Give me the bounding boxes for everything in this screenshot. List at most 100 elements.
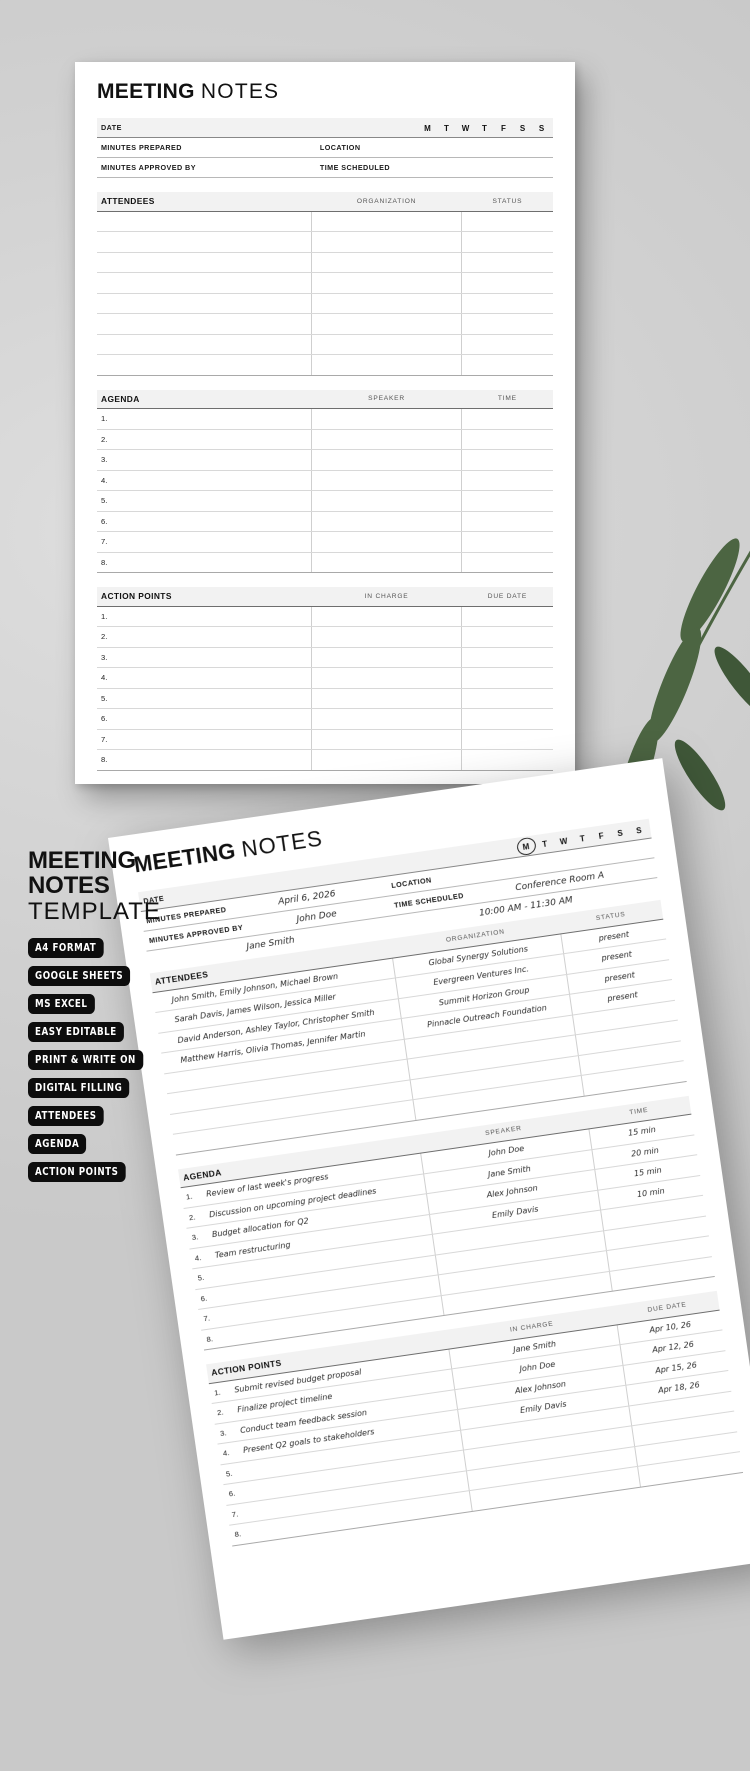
feature-badge-list: A4 FORMAT GOOGLE SHEETS MS EXCEL EASY EDITA… <box>28 938 198 1183</box>
row-third-cell[interactable] <box>461 408 553 430</box>
row-second-cell[interactable] <box>310 552 462 573</box>
row-item-cell[interactable]: 2. <box>97 626 312 648</box>
row-second-cell[interactable] <box>310 252 462 273</box>
row-item-cell[interactable]: 8. <box>97 552 312 573</box>
row-third-cell[interactable] <box>461 490 553 512</box>
row-item-cell[interactable]: 3. <box>97 449 312 471</box>
row-second-cell[interactable] <box>310 429 462 450</box>
row-third-cell[interactable] <box>461 449 553 471</box>
row-number: 3. <box>101 652 108 662</box>
row-third-cell[interactable] <box>461 511 553 532</box>
row-second-cell[interactable] <box>310 626 462 648</box>
row-second-cell[interactable] <box>310 729 462 750</box>
row-item-cell[interactable]: 8. <box>97 749 312 771</box>
row-second-cell[interactable] <box>310 749 462 771</box>
row-number: 5. <box>225 1468 233 1479</box>
row-third-cell[interactable] <box>461 334 553 355</box>
day-thu[interactable]: T <box>475 124 494 133</box>
row-item-cell[interactable] <box>97 293 312 314</box>
table-row: 6. <box>97 708 553 730</box>
action-points-col-in-charge: IN CHARGE <box>311 587 462 607</box>
row-second-cell[interactable] <box>310 531 462 553</box>
day-sun[interactable]: S <box>532 124 551 133</box>
row-third-cell[interactable] <box>461 313 553 335</box>
day-sat[interactable]: S <box>610 827 630 839</box>
row-third-cell[interactable] <box>461 606 553 627</box>
row-item-cell[interactable]: 1. <box>97 606 312 627</box>
row-third-cell[interactable] <box>461 647 553 668</box>
row-second-cell[interactable] <box>310 688 462 709</box>
row-second-cell[interactable] <box>310 211 462 232</box>
day-wed[interactable]: W <box>456 124 475 133</box>
row-second-cell[interactable] <box>310 667 462 689</box>
day-tue[interactable]: T <box>437 124 456 133</box>
row-second-cell[interactable] <box>310 231 462 253</box>
row-item-cell[interactable] <box>97 354 312 376</box>
date-label: DATE <box>101 123 122 132</box>
row-item-cell[interactable]: 4. <box>97 470 312 491</box>
day-thu[interactable]: T <box>572 833 592 845</box>
row-second-cell[interactable] <box>310 490 462 512</box>
row-item-cell[interactable]: 5. <box>97 688 312 709</box>
row-second-cell[interactable] <box>310 449 462 471</box>
row-second-cell[interactable] <box>310 334 462 355</box>
row-item-cell[interactable]: 2. <box>97 429 312 450</box>
row-item-cell[interactable]: 4. <box>97 667 312 689</box>
row-second-cell[interactable] <box>310 272 462 294</box>
day-sat[interactable]: S <box>513 124 532 133</box>
row-third-text: present <box>606 990 639 1004</box>
row-third-cell[interactable] <box>461 667 553 689</box>
row-third-cell[interactable] <box>461 552 553 573</box>
day-mon[interactable]: M <box>516 841 536 853</box>
row-item-cell[interactable] <box>97 334 312 355</box>
action-points-table: ACTION POINTS IN CHARGE DUE DATE 1. 2. 3. 4… <box>97 587 553 771</box>
row-third-cell[interactable] <box>461 708 553 730</box>
row-second-cell[interactable] <box>310 606 462 627</box>
row-item-cell[interactable]: 5. <box>97 490 312 512</box>
agenda-col-time: TIME <box>461 389 553 409</box>
row-third-cell[interactable] <box>461 729 553 750</box>
row-item-cell[interactable] <box>97 231 312 253</box>
row-second-cell[interactable] <box>310 708 462 730</box>
row-second-cell[interactable] <box>310 354 462 376</box>
filled-action-points-body: 1. Submit revised budget proposal Jane Smi… <box>208 1309 743 1546</box>
row-third-cell[interactable] <box>461 749 553 771</box>
row-second-cell[interactable] <box>310 408 462 430</box>
row-third-cell[interactable] <box>461 231 553 253</box>
row-second-cell[interactable] <box>310 313 462 335</box>
row-item-cell[interactable] <box>97 313 312 335</box>
row-third-cell[interactable] <box>461 429 553 450</box>
day-fri[interactable]: F <box>494 124 513 133</box>
row-third-cell[interactable] <box>461 354 553 376</box>
row-second-cell[interactable] <box>310 470 462 491</box>
row-third-cell[interactable] <box>461 293 553 314</box>
row-item-cell[interactable]: 6. <box>97 511 312 532</box>
attendees-body <box>97 211 553 376</box>
row-item-cell[interactable]: 7. <box>97 729 312 750</box>
row-second-cell[interactable] <box>310 511 462 532</box>
row-item-cell[interactable]: 1. <box>97 408 312 430</box>
row-second-cell[interactable] <box>310 293 462 314</box>
day-tue[interactable]: T <box>535 838 555 850</box>
table-row: 4. <box>97 470 553 491</box>
row-item-cell[interactable] <box>97 211 312 232</box>
row-third-cell[interactable] <box>461 211 553 232</box>
row-item-cell[interactable] <box>97 272 312 294</box>
row-third-cell[interactable] <box>461 252 553 273</box>
day-mon[interactable]: M <box>418 124 437 133</box>
row-third-cell[interactable] <box>461 626 553 648</box>
agenda-col-speaker: SPEAKER <box>311 389 462 409</box>
row-item-cell[interactable]: 6. <box>97 708 312 730</box>
row-third-cell[interactable] <box>461 688 553 709</box>
row-item-cell[interactable]: 7. <box>97 531 312 553</box>
day-sun[interactable]: S <box>629 824 649 836</box>
row-third-cell[interactable] <box>461 272 553 294</box>
row-item-cell[interactable] <box>97 252 312 273</box>
day-fri[interactable]: F <box>591 830 611 842</box>
weekday-selector[interactable]: M T W T F S S <box>418 118 551 138</box>
day-wed[interactable]: W <box>554 835 574 847</box>
row-third-cell[interactable] <box>461 531 553 553</box>
row-second-cell[interactable] <box>310 647 462 668</box>
row-item-cell[interactable]: 3. <box>97 647 312 668</box>
row-third-cell[interactable] <box>461 470 553 491</box>
